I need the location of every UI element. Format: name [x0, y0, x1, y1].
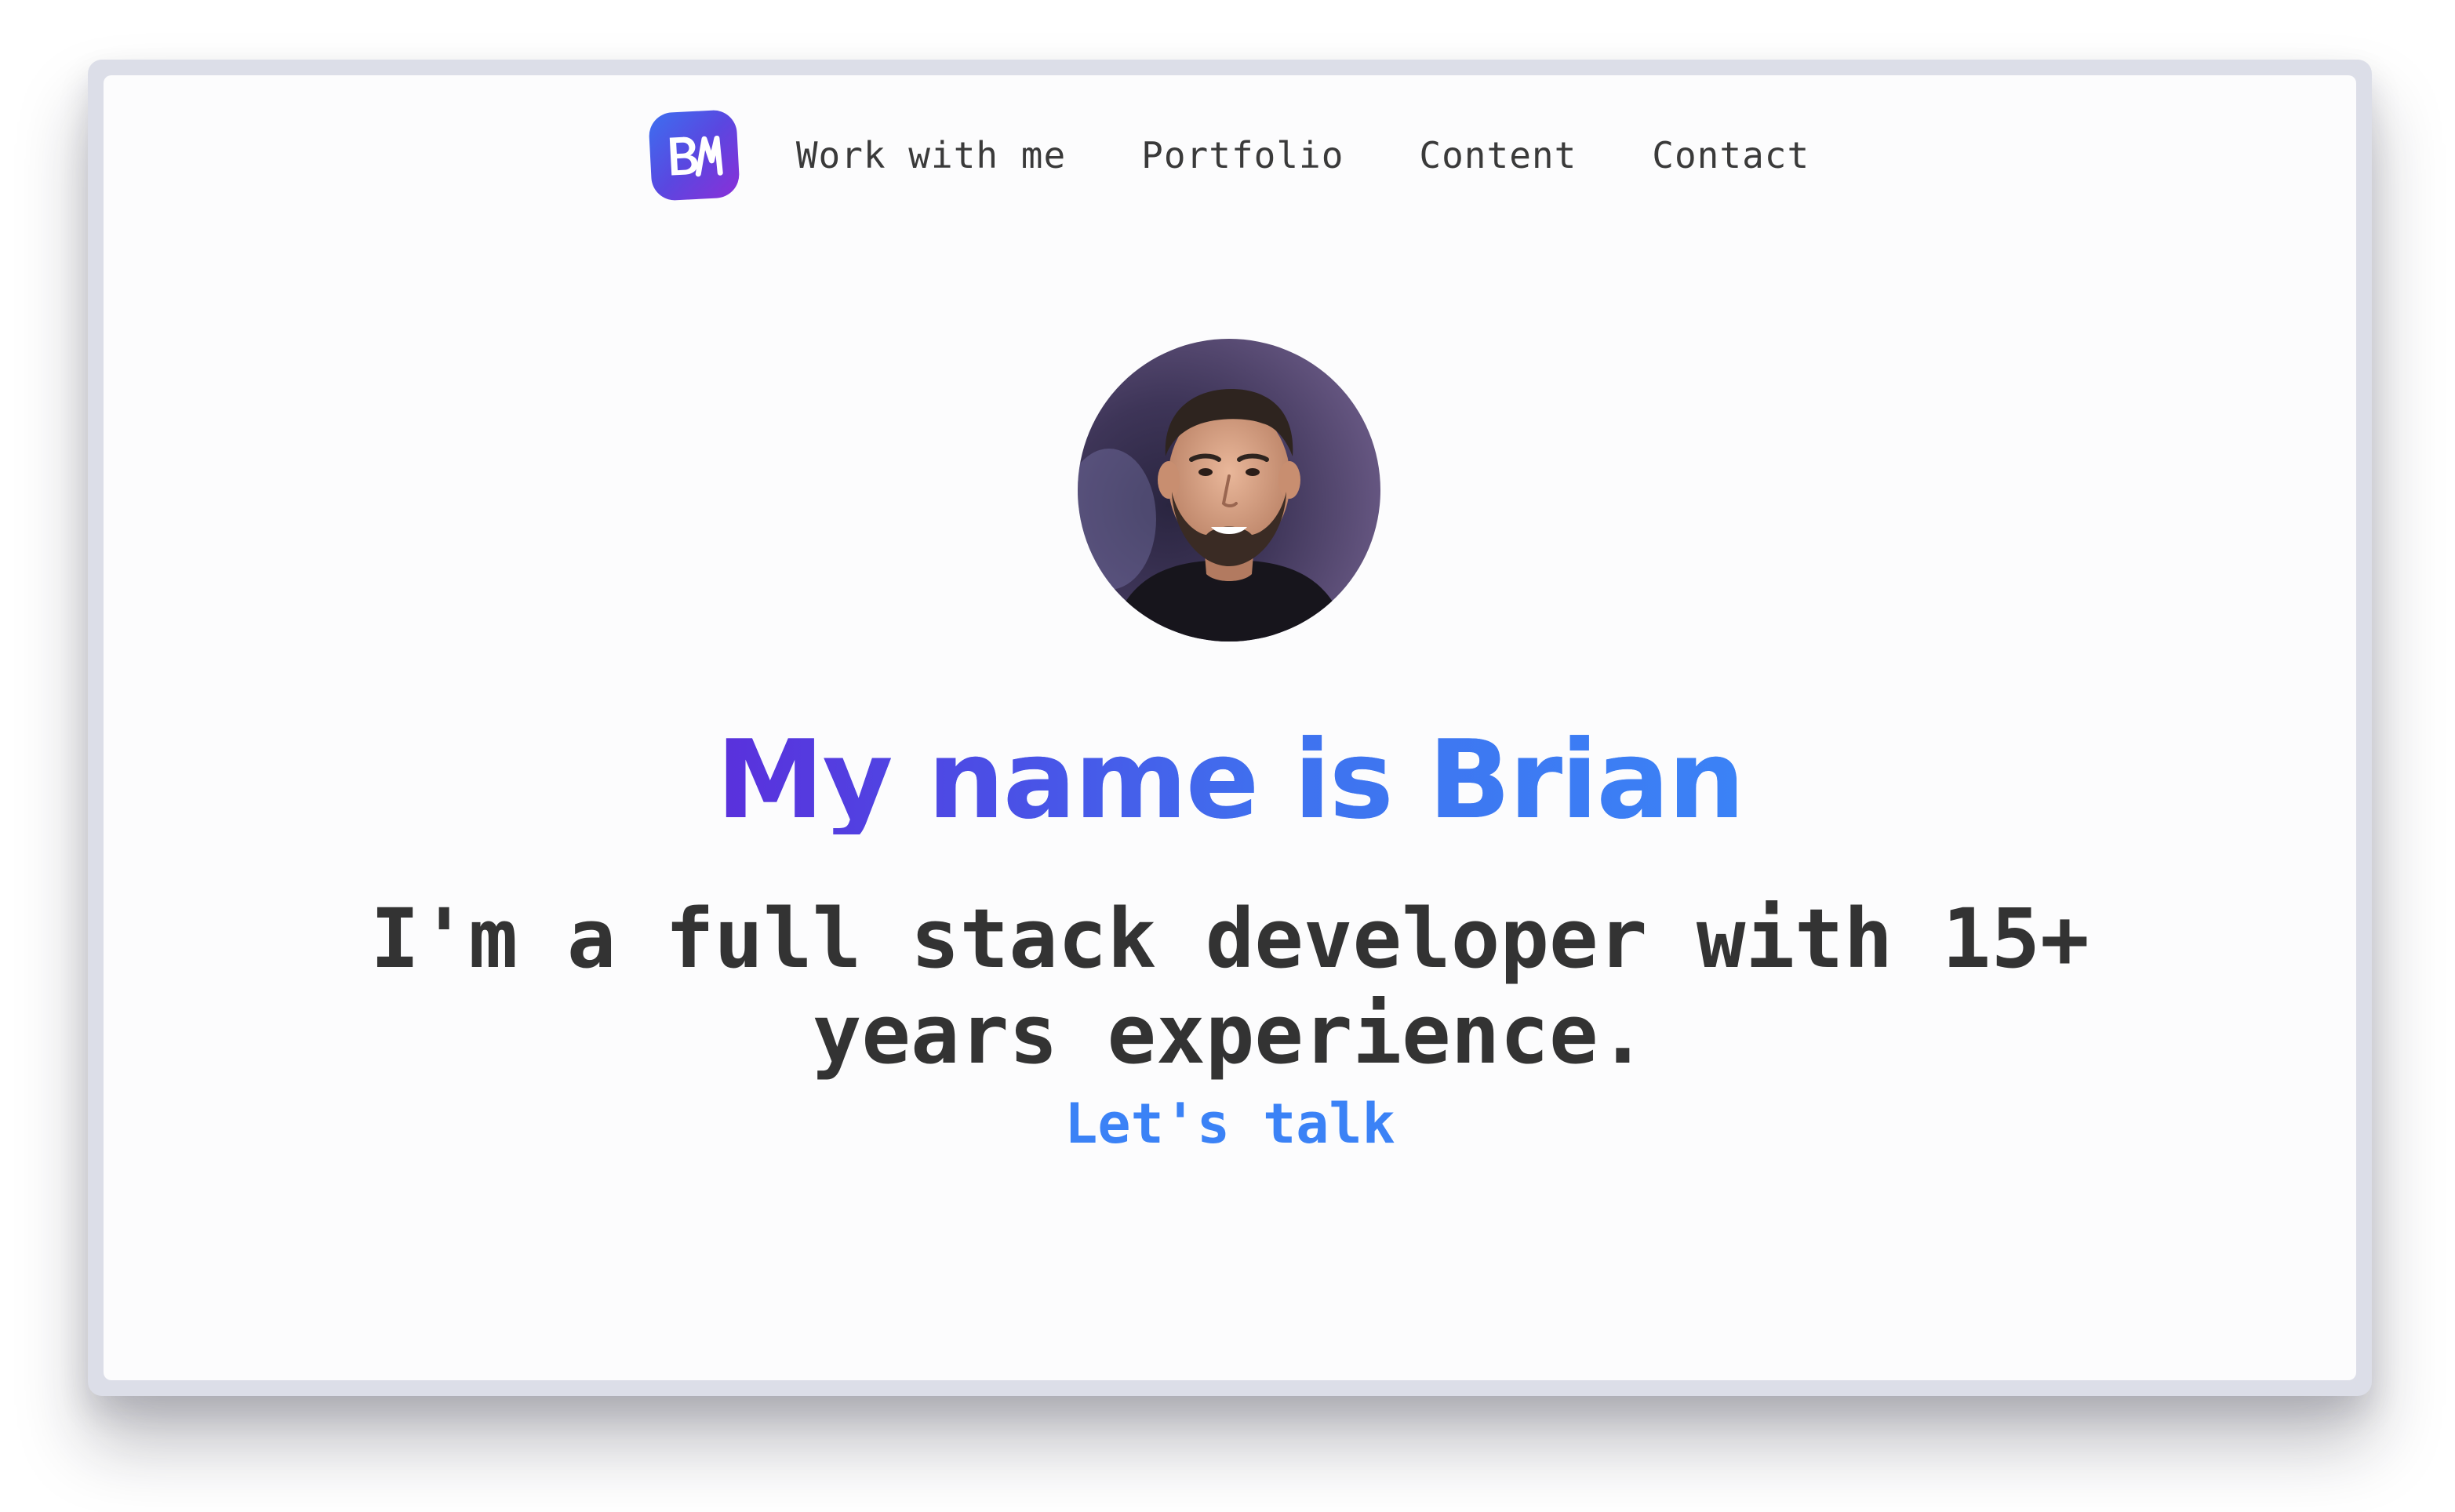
- nav-links: Work with me Portfolio Content Contact: [796, 134, 1809, 176]
- nav-link-content[interactable]: Content: [1419, 134, 1577, 176]
- browser-window-frame: Work with me Portfolio Content Contact M…: [88, 60, 2372, 1396]
- top-navigation: Work with me Portfolio Content Contact: [104, 109, 2356, 202]
- hero-headline-text: My name is Brian: [716, 717, 1745, 843]
- bm-logo-icon[interactable]: [647, 109, 740, 202]
- nav-link-work-with-me[interactable]: Work with me: [796, 134, 1066, 176]
- hero-headline: My name is Brian: [104, 726, 2356, 834]
- nav-link-portfolio[interactable]: Portfolio: [1141, 134, 1344, 176]
- hero-subheadline: I'm a full stack developer with 15+ year…: [370, 891, 2089, 1082]
- nav-link-contact[interactable]: Contact: [1652, 134, 1809, 176]
- cta-container: Let's talk: [104, 1092, 2356, 1156]
- web-page: Work with me Portfolio Content Contact M…: [104, 75, 2356, 1380]
- lets-talk-link[interactable]: Let's talk: [1064, 1092, 1395, 1156]
- profile-avatar: [1078, 339, 1380, 642]
